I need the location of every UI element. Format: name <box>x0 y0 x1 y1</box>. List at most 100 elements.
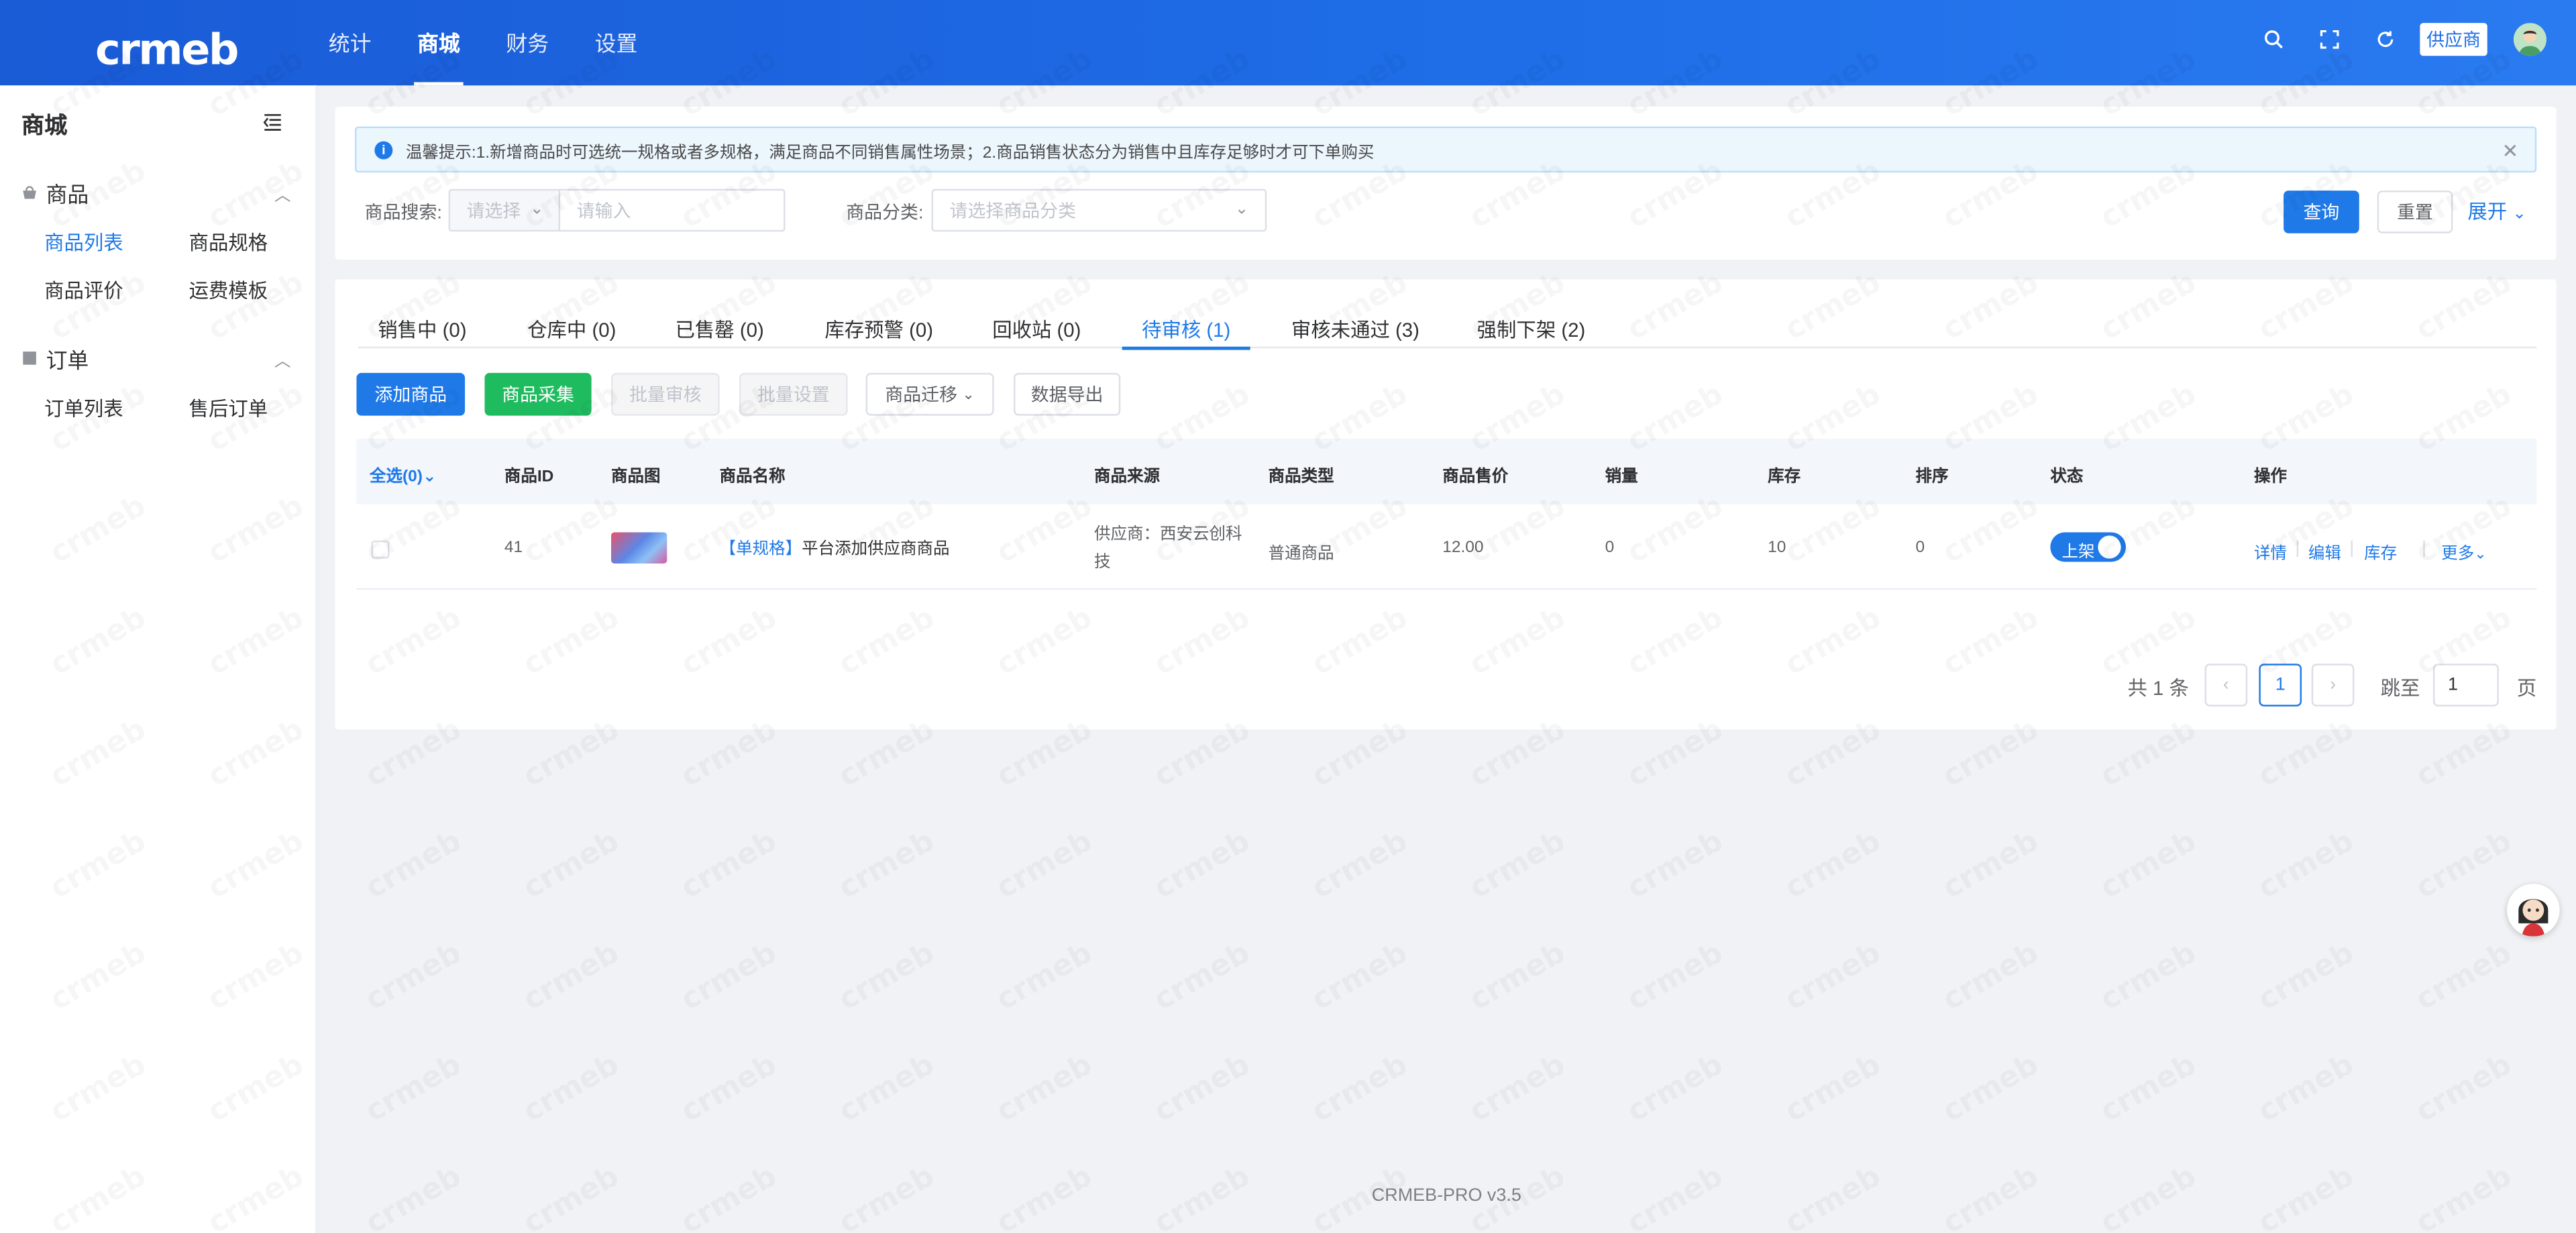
footer-version: CRMEB-PRO v3.5 <box>1371 1186 1521 1206</box>
divider <box>2423 540 2425 557</box>
add-goods-button[interactable]: 添加商品 <box>356 372 466 416</box>
watermark-text: crmeb <box>676 1047 783 1129</box>
jump-page-input[interactable]: 1 <box>2432 663 2499 707</box>
menu-collapse-icon[interactable] <box>263 110 286 133</box>
sidebar-item-aftersale-orders[interactable]: 售后订单 <box>189 394 334 423</box>
crmeb-logo: crmeb <box>95 16 239 75</box>
customer-service-avatar[interactable] <box>2507 883 2560 936</box>
page-number[interactable]: 1 <box>2259 663 2302 707</box>
batch-review-button[interactable]: 批量审核 <box>611 372 720 416</box>
category-placeholder: 请选择商品分类 <box>949 202 1077 222</box>
nav-settings[interactable]: 设置 <box>575 0 657 85</box>
tab-sold-out[interactable]: 已售罄 (0) <box>676 315 764 348</box>
refresh-icon[interactable] <box>2371 25 2400 54</box>
select-all[interactable]: 全选(0)⌄ <box>370 462 436 486</box>
tab-in-warehouse[interactable]: 仓库中 (0) <box>527 315 616 348</box>
tab-stock-alert[interactable]: 库存预警 (0) <box>824 315 933 348</box>
sidebar-group-goods-head[interactable]: 商品 ︿ <box>0 176 317 209</box>
goods-thumbnail[interactable] <box>611 532 667 564</box>
goods-source: 供应商：西安云创科 技 <box>1094 521 1242 576</box>
sidebar-title: 商城 <box>21 111 68 138</box>
chevron-down-icon: ⌄ <box>2474 545 2487 562</box>
watermark-text: crmeb <box>1148 824 1256 906</box>
col-sort: 排序 <box>1915 468 1949 486</box>
edit-link[interactable]: 编辑 <box>2308 539 2341 564</box>
export-button[interactable]: 数据导出 <box>1014 372 1121 416</box>
tab-on-sale[interactable]: 销售中 (0) <box>378 315 466 348</box>
watermark-text: crmeb <box>1937 1047 2044 1129</box>
watermark-text: crmeb <box>676 936 783 1018</box>
search-icon[interactable] <box>2259 25 2288 54</box>
more-dropdown[interactable]: 更多⌄ <box>2441 539 2486 564</box>
col-sales: 销量 <box>1605 468 1638 486</box>
category-select[interactable]: 请选择商品分类 ⌄ <box>931 189 1267 232</box>
watermark-text: crmeb <box>2253 1047 2360 1129</box>
watermark-text: crmeb <box>1779 936 1886 1018</box>
sidebar-item-shipping-template[interactable]: 运费模板 <box>189 276 334 304</box>
watermark-text: crmeb <box>2568 489 2576 571</box>
watermark-text: crmeb <box>1306 824 1413 906</box>
row-checkbox[interactable] <box>371 540 390 559</box>
watermark-text: crmeb <box>360 1047 467 1129</box>
query-button[interactable]: 查询 <box>2284 191 2359 233</box>
tab-pending-review[interactable]: 待审核 (1) <box>1122 315 1250 350</box>
sidebar-links-goods: 商品列表 商品规格 商品评价 运费模板 <box>0 228 317 304</box>
sidebar-group-label: 订单 <box>46 347 89 372</box>
divider <box>2296 540 2299 557</box>
prev-page-button[interactable]: ‹ <box>2204 663 2248 707</box>
detail-link[interactable]: 详情 <box>2254 539 2287 564</box>
watermark-text: crmeb <box>360 936 467 1018</box>
close-icon[interactable]: ✕ <box>2502 140 2519 162</box>
watermark-text: crmeb <box>991 824 1098 906</box>
watermark-text: crmeb <box>2568 377 2576 459</box>
select-all-label: 全选(0) <box>370 468 423 486</box>
category-label: 商品分类: <box>846 203 924 224</box>
tip-alert: i 温馨提示:1.新增商品时可选统一规格或者多规格，满足商品不同销售属性场景；2… <box>354 126 2537 173</box>
watermark-text: crmeb <box>1306 936 1413 1018</box>
expand-link[interactable]: 展开 ⌄ <box>2467 197 2526 225</box>
batch-set-button[interactable]: 批量设置 <box>739 372 848 416</box>
search-type-placeholder: 请选择 <box>466 202 521 222</box>
search-input[interactable]: 请输入 <box>558 189 786 232</box>
search-type-select[interactable]: 请选择 ⌄ <box>448 189 561 232</box>
watermark-text: crmeb <box>2568 712 2576 794</box>
watermark-text: crmeb <box>1464 824 1571 906</box>
collect-goods-button[interactable]: 商品采集 <box>484 372 592 416</box>
tab-review-rejected[interactable]: 审核未通过 (3) <box>1291 315 1419 348</box>
watermark-text: crmeb <box>991 936 1098 1018</box>
status-toggle[interactable]: 上架 <box>2050 532 2127 562</box>
sidebar-item-order-list[interactable]: 订单列表 <box>44 394 189 423</box>
col-image: 商品图 <box>611 468 661 486</box>
next-page-button[interactable]: › <box>2311 663 2355 707</box>
goods-name[interactable]: 【单规格】平台添加供应商商品 <box>720 534 950 559</box>
watermark-text: crmeb <box>2568 1047 2576 1129</box>
stock-link[interactable]: 库存 <box>2364 539 2397 564</box>
sidebar-item-goods-list[interactable]: 商品列表 <box>44 228 189 256</box>
fullscreen-icon[interactable] <box>2315 25 2345 54</box>
nav-mall[interactable]: 商城 <box>398 0 480 86</box>
total-count: 共 1 条 <box>2127 676 2189 700</box>
watermark-text: crmeb <box>1937 824 2044 906</box>
sidebar-item-goods-review[interactable]: 商品评价 <box>44 276 189 304</box>
migrate-goods-button[interactable]: 商品迁移 ⌄ <box>865 372 994 416</box>
watermark-text: crmeb <box>1779 1047 1886 1129</box>
sidebar-group-label: 商品 <box>46 181 89 207</box>
tab-forced-offline[interactable]: 强制下架 (2) <box>1477 315 1586 348</box>
header-actions: 供应商 <box>2259 23 2546 56</box>
watermark-text: crmeb <box>2568 266 2576 347</box>
sidebar-group-orders-head[interactable]: 订单 ︿ <box>0 341 317 374</box>
goods-price: 12.00 <box>1442 539 1484 557</box>
col-id: 商品ID <box>504 468 554 486</box>
reset-button[interactable]: 重置 <box>2377 191 2453 233</box>
supplier-badge[interactable]: 供应商 <box>2420 23 2487 56</box>
watermark-text: crmeb <box>1621 824 1729 906</box>
sidebar-item-goods-spec[interactable]: 商品规格 <box>189 228 334 256</box>
col-actions: 操作 <box>2254 468 2288 486</box>
goods-id: 41 <box>504 539 523 557</box>
nav-stats[interactable]: 统计 <box>309 0 390 85</box>
search-card: i 温馨提示:1.新增商品时可选统一规格或者多规格，满足商品不同销售属性场景；2… <box>335 107 2557 260</box>
nav-finance[interactable]: 财务 <box>486 0 568 85</box>
more-label: 更多 <box>2441 545 2475 564</box>
tab-recycle-bin[interactable]: 回收站 (0) <box>992 315 1081 348</box>
user-avatar[interactable] <box>2513 23 2546 56</box>
